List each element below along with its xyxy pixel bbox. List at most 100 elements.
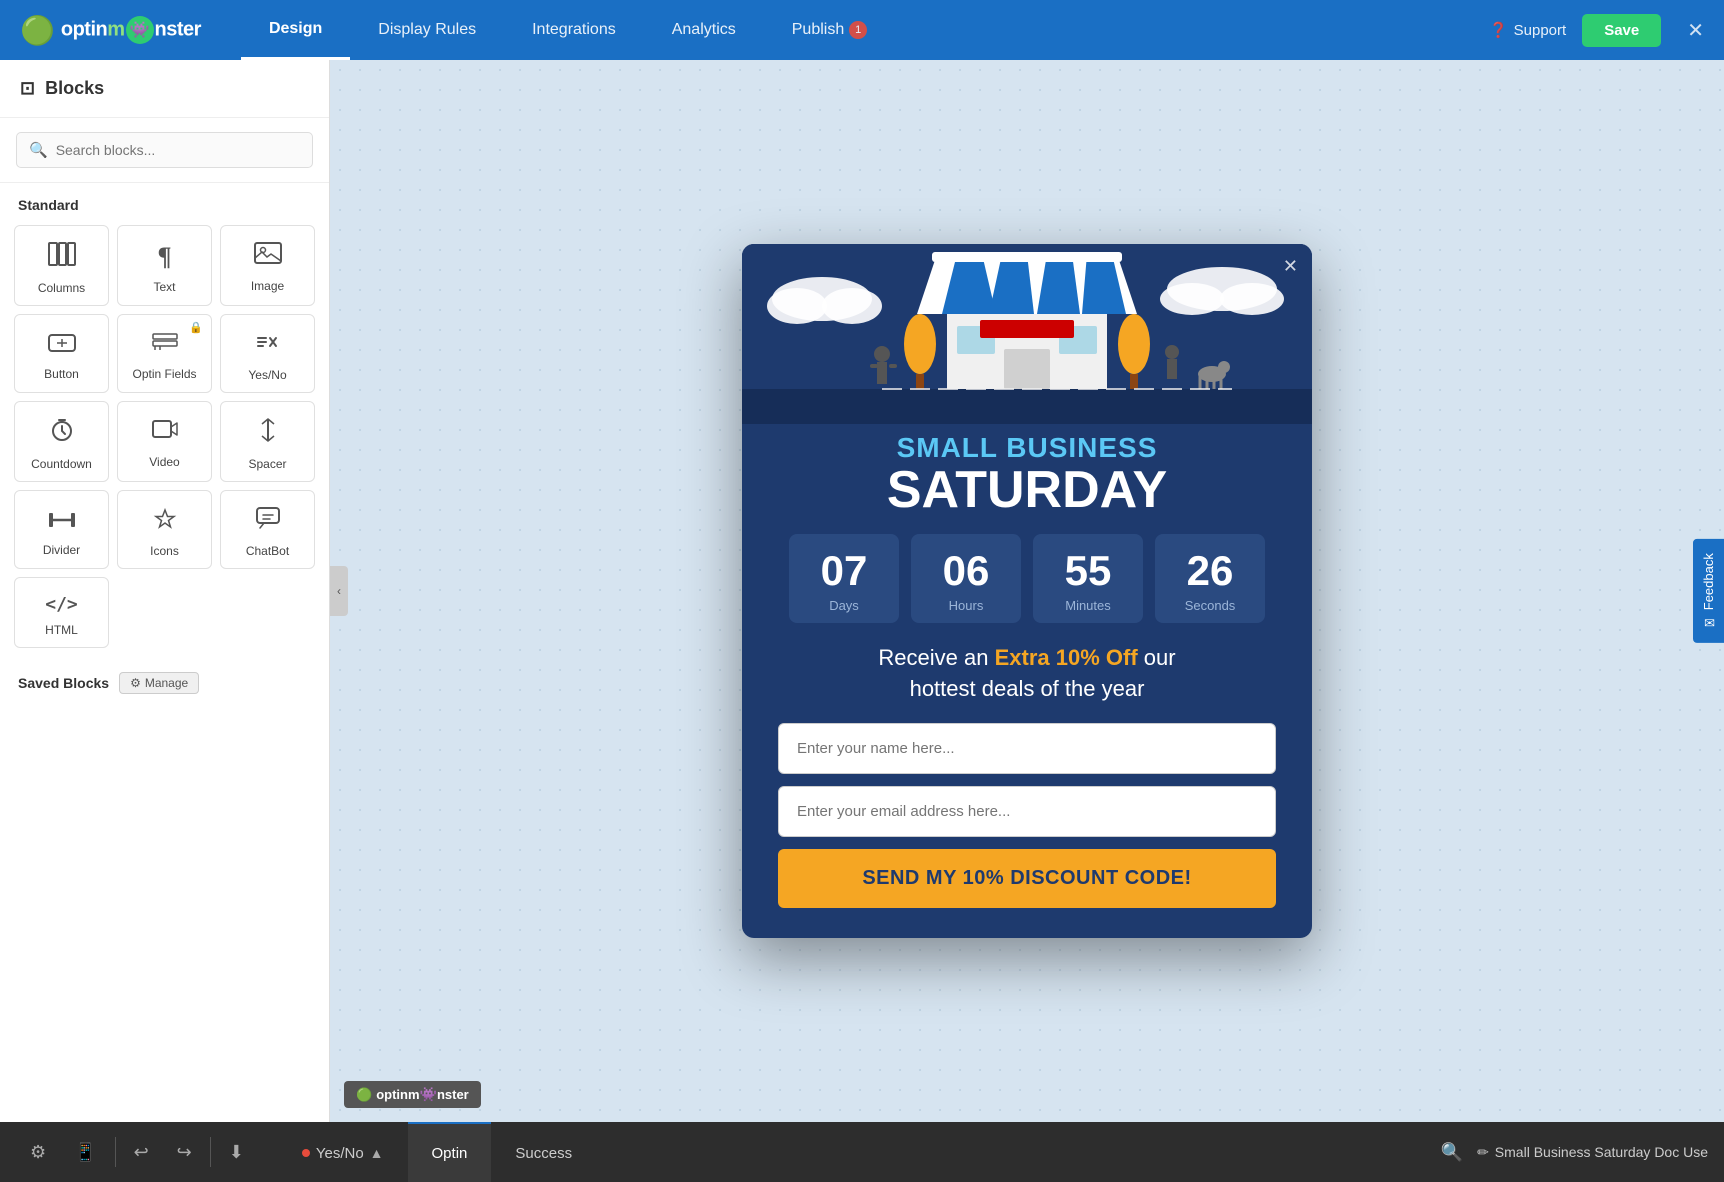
html-icon: </> (45, 594, 78, 615)
countdown-hours: 06 Hours (911, 534, 1021, 623)
import-icon[interactable]: ⬇ (215, 1142, 258, 1163)
om-watermark-text: optinm👾nster (376, 1086, 469, 1103)
bottom-separator-1 (115, 1137, 116, 1167)
countdown-row: 07 Days 06 Hours 55 Minutes 26 Seconds (778, 534, 1276, 623)
nav-design[interactable]: Design (241, 0, 350, 60)
divider-icon (48, 507, 76, 535)
nav-links: Design Display Rules Integrations Analyt… (241, 0, 1489, 60)
text-label: Text (153, 280, 175, 294)
block-optin-fields[interactable]: 🔒 Optin Fields (117, 314, 212, 393)
settings-icon[interactable]: ⚙ (16, 1142, 60, 1163)
icons-label: Icons (150, 544, 179, 558)
yes-no-icon (254, 331, 282, 360)
popup-title-line1: SMALL BUSINESS (778, 434, 1276, 462)
feedback-tab[interactable]: ✉ Feedback (1693, 539, 1724, 643)
lock-icon: 🔒 (189, 321, 203, 334)
name-input[interactable] (778, 723, 1276, 774)
sidebar-header: ⊡ Blocks (0, 60, 329, 118)
columns-icon (48, 242, 76, 273)
yes-no-dot (302, 1149, 310, 1157)
chatbot-icon (256, 507, 280, 536)
close-nav-button[interactable]: ✕ (1687, 18, 1704, 43)
search-input-wrap: 🔍 (16, 132, 313, 168)
button-label: Button (44, 367, 79, 381)
countdown-icon (50, 418, 74, 449)
countdown-seconds-label: Seconds (1173, 598, 1247, 613)
countdown-minutes-value: 55 (1051, 550, 1125, 592)
bottom-separator-2 (210, 1137, 211, 1167)
block-html[interactable]: </> HTML (14, 577, 109, 648)
saved-blocks-section: Saved Blocks ⚙ Manage (0, 658, 329, 702)
yes-no-label: Yes/No (248, 368, 286, 382)
support-button[interactable]: ❓ Support (1489, 21, 1566, 39)
html-label: HTML (45, 623, 78, 637)
canvas-area: ‹ ✕ (330, 60, 1724, 1122)
blocks-grid: Columns ¶ Text Image Button (0, 221, 329, 658)
manage-label: Manage (145, 676, 188, 690)
optin-fields-icon (152, 331, 178, 359)
offer-text: Receive an Extra 10% Off ourhottest deal… (778, 643, 1276, 705)
nav-publish[interactable]: Publish 1 (764, 0, 895, 60)
block-countdown[interactable]: Countdown (14, 401, 109, 482)
countdown-seconds: 26 Seconds (1155, 534, 1265, 623)
popup-modal: ✕ (742, 244, 1312, 938)
pencil-icon: ✏ (1477, 1144, 1489, 1161)
countdown-label: Countdown (31, 457, 92, 471)
tab-optin-label: Optin (432, 1145, 468, 1162)
main-area: ⊡ Blocks 🔍 Standard Columns ¶ Text (0, 60, 1724, 1122)
tab-success-label: Success (515, 1145, 572, 1162)
mobile-icon[interactable]: 📱 (60, 1142, 110, 1163)
gear-icon: ⚙ (130, 676, 141, 690)
question-icon: ❓ (1489, 21, 1508, 39)
search-bottom-icon[interactable]: 🔍 (1441, 1142, 1463, 1163)
email-input[interactable] (778, 786, 1276, 837)
chatbot-label: ChatBot (246, 544, 289, 558)
tab-optin[interactable]: Optin (408, 1122, 492, 1182)
collapse-sidebar-handle[interactable]: ‹ (330, 566, 348, 616)
popup-title-line2: SATURDAY (778, 464, 1276, 516)
redo-icon[interactable]: ↪ (163, 1142, 206, 1163)
optin-fields-label: Optin Fields (132, 367, 196, 381)
nav-integrations[interactable]: Integrations (504, 0, 644, 60)
spacer-label: Spacer (248, 457, 286, 471)
bottom-right: 🔍 ✏ Small Business Saturday Doc Use (1441, 1142, 1708, 1163)
popup-close-button[interactable]: ✕ (1283, 256, 1298, 277)
logo-monster-icon: 🟢 (20, 14, 55, 47)
countdown-days: 07 Days (789, 534, 899, 623)
nav-right: ❓ Support Save ✕ (1489, 14, 1704, 47)
tab-yes-no[interactable]: Yes/No ▲ (278, 1122, 408, 1182)
countdown-hours-label: Hours (929, 598, 1003, 613)
search-input[interactable] (56, 142, 300, 158)
om-logo-icon: 🟢 (356, 1087, 372, 1103)
offer-text-before: Receive an (878, 645, 994, 670)
popup-header-image (742, 244, 1312, 424)
logo-text: optinm👾nster (61, 16, 201, 44)
block-button[interactable]: Button (14, 314, 109, 393)
block-spacer[interactable]: Spacer (220, 401, 315, 482)
tab-success[interactable]: Success (491, 1122, 596, 1182)
block-yes-no[interactable]: Yes/No (220, 314, 315, 393)
blocks-icon: ⊡ (20, 78, 35, 99)
columns-label: Columns (38, 281, 85, 295)
nav-display-rules[interactable]: Display Rules (350, 0, 504, 60)
tab-yes-no-label: Yes/No (316, 1145, 364, 1162)
block-text[interactable]: ¶ Text (117, 225, 212, 306)
block-chatbot[interactable]: ChatBot (220, 490, 315, 569)
sidebar-title: Blocks (45, 78, 104, 99)
top-nav: 🟢 optinm👾nster Design Display Rules Inte… (0, 0, 1724, 60)
block-columns[interactable]: Columns (14, 225, 109, 306)
block-video[interactable]: Video (117, 401, 212, 482)
publish-badge: 1 (849, 21, 867, 39)
cta-button[interactable]: Send My 10% Discount Code! (778, 849, 1276, 908)
nav-analytics[interactable]: Analytics (644, 0, 764, 60)
video-label: Video (149, 455, 179, 469)
save-button[interactable]: Save (1582, 14, 1661, 47)
countdown-minutes: 55 Minutes (1033, 534, 1143, 623)
standard-section-label: Standard (0, 183, 329, 221)
search-area: 🔍 (0, 118, 329, 183)
undo-icon[interactable]: ↩ (120, 1142, 163, 1163)
block-divider[interactable]: Divider (14, 490, 109, 569)
block-image[interactable]: Image (220, 225, 315, 306)
manage-button[interactable]: ⚙ Manage (119, 672, 199, 694)
block-icons[interactable]: Icons (117, 490, 212, 569)
